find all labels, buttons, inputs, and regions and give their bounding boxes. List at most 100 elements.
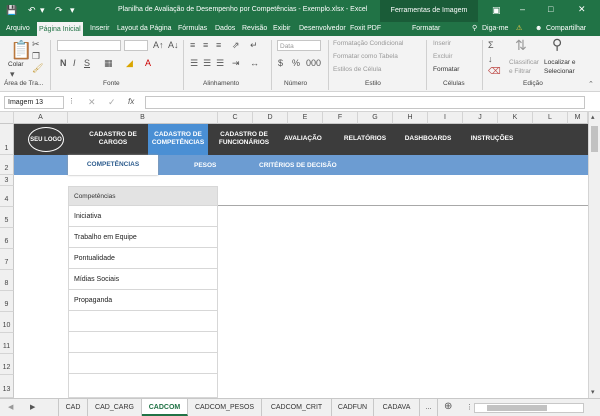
table-row[interactable]: [68, 311, 218, 332]
table-row[interactable]: [68, 374, 218, 398]
row-header[interactable]: 1: [0, 124, 14, 155]
merge-icon[interactable]: ↔: [250, 58, 259, 68]
format-table-button[interactable]: Formatar como Tabela: [333, 53, 398, 60]
row-header[interactable]: 11: [0, 333, 14, 354]
row-header[interactable]: 12: [0, 354, 14, 375]
column-header[interactable]: G: [358, 112, 393, 124]
nav-avaliacao[interactable]: AVALIAÇÃO: [280, 135, 326, 143]
nav-cadastro-competencias[interactable]: CADASTRO DE COMPETÊNCIAS: [148, 124, 208, 155]
table-row[interactable]: [68, 353, 218, 374]
column-header[interactable]: A: [14, 112, 68, 124]
sheet-tab-cadcom-crit[interactable]: CADCOM_CRIT: [262, 399, 332, 416]
decrease-font-icon[interactable]: A↓: [168, 40, 179, 50]
column-header[interactable]: H: [393, 112, 428, 124]
scroll-up-icon[interactable]: ▴: [591, 113, 595, 123]
wrap-text-icon[interactable]: ↵: [250, 40, 258, 50]
row-header[interactable]: 4: [0, 186, 14, 207]
subtab-criterios[interactable]: CRITÉRIOS DE DECISÃO: [259, 162, 337, 169]
column-header[interactable]: M: [568, 112, 588, 124]
column-header[interactable]: L: [533, 112, 568, 124]
tab-revisao[interactable]: Revisão: [240, 22, 269, 36]
delete-cells-button[interactable]: Excluir: [433, 53, 453, 60]
format-painter-icon[interactable]: 🖌: [32, 63, 43, 73]
sheet-tab-cadava[interactable]: CADAVA: [374, 399, 420, 416]
cancel-icon[interactable]: ✕: [88, 97, 96, 107]
sheet-tab-cadcom[interactable]: CADCOM: [142, 399, 188, 416]
subtab-competencias[interactable]: COMPETÊNCIAS: [68, 155, 158, 175]
tell-me-box[interactable]: Diga-me: [480, 22, 510, 36]
italic-icon[interactable]: I: [73, 58, 76, 68]
table-row[interactable]: Trabalho em Equipe: [68, 227, 218, 248]
sheet-tab-cad-carg[interactable]: CAD_CARG: [88, 399, 142, 416]
tab-arquivo[interactable]: Arquivo: [4, 22, 32, 36]
tab-foxit[interactable]: Foxit PDF: [348, 22, 383, 36]
sort-filter-button[interactable]: Classificar e Filtrar: [509, 58, 541, 76]
nav-relatorios[interactable]: RELATÓRIOS: [339, 135, 391, 143]
collapse-ribbon-icon[interactable]: ⌃: [588, 80, 594, 90]
sheet-tab-more[interactable]: ...: [420, 399, 438, 416]
align-top-icon[interactable]: ≡: [190, 40, 195, 50]
minimize-icon[interactable]: –: [520, 4, 525, 14]
column-header[interactable]: I: [428, 112, 463, 124]
align-right-icon[interactable]: ☰: [216, 58, 224, 68]
row-header[interactable]: 13: [0, 375, 14, 398]
cell-styles-button[interactable]: Estilos de Célula: [333, 66, 381, 73]
font-color-icon[interactable]: A: [145, 58, 151, 68]
tab-scroll-left-icon[interactable]: ◀: [8, 403, 13, 413]
sort-filter-icon[interactable]: ⇅: [515, 38, 527, 52]
sheet-tab-cadfun[interactable]: CADFUN: [332, 399, 374, 416]
name-box[interactable]: Imagem 13: [4, 96, 64, 109]
align-bottom-icon[interactable]: ≡: [216, 40, 221, 50]
tab-dados[interactable]: Dados: [213, 22, 237, 36]
share-button[interactable]: Compartilhar: [544, 22, 588, 36]
customize-qat-icon[interactable]: ▾: [70, 5, 75, 16]
cut-icon[interactable]: ✂: [32, 39, 40, 49]
row-header[interactable]: 10: [0, 312, 14, 333]
column-header[interactable]: C: [218, 112, 253, 124]
column-header[interactable]: J: [463, 112, 498, 124]
scroll-down-icon[interactable]: ▾: [591, 388, 595, 398]
new-sheet-icon[interactable]: ⊕: [444, 402, 452, 412]
bold-icon[interactable]: N: [60, 58, 67, 68]
insert-function-icon[interactable]: fx: [128, 97, 134, 107]
column-header[interactable]: E: [288, 112, 323, 124]
comma-icon[interactable]: 000: [306, 58, 321, 68]
font-size-box[interactable]: [124, 40, 148, 51]
column-header[interactable]: B: [68, 112, 218, 124]
number-format-box[interactable]: Data: [277, 40, 321, 51]
align-middle-icon[interactable]: ≡: [203, 40, 208, 50]
row-header[interactable]: 5: [0, 207, 14, 228]
table-row[interactable]: Iniciativa: [68, 206, 218, 227]
split-handle-icon[interactable]: ⋮: [466, 403, 473, 413]
row-header[interactable]: 8: [0, 270, 14, 291]
scroll-thumb[interactable]: [591, 126, 598, 152]
table-row[interactable]: Propaganda: [68, 290, 218, 311]
row-header[interactable]: 9: [0, 291, 14, 312]
table-row[interactable]: Mídias Sociais: [68, 269, 218, 290]
table-row[interactable]: Pontualidade: [68, 248, 218, 269]
clear-icon[interactable]: ⌫: [488, 66, 501, 76]
paste-button[interactable]: Colar: [8, 61, 24, 68]
undo-icon[interactable]: ↶: [28, 5, 36, 16]
paste-dropdown-icon[interactable]: ▾: [10, 69, 15, 79]
tab-formulas[interactable]: Fórmulas: [176, 22, 209, 36]
conditional-format-button[interactable]: Formatação Condicional: [333, 40, 403, 47]
insert-cells-button[interactable]: Inserir: [433, 40, 451, 47]
row-header[interactable]: 3: [0, 175, 14, 186]
tab-inserir[interactable]: Inserir: [88, 22, 111, 36]
align-left-icon[interactable]: ☰: [190, 58, 198, 68]
find-select-button[interactable]: Localizar e Selecionar: [544, 58, 588, 76]
vertical-scrollbar[interactable]: ▴ ▾: [588, 112, 600, 398]
increase-font-icon[interactable]: A↑: [153, 40, 164, 50]
font-name-box[interactable]: [57, 40, 121, 51]
paste-icon[interactable]: 📋: [10, 40, 32, 60]
tab-exibir[interactable]: Exibir: [271, 22, 293, 36]
tab-formatar[interactable]: Formatar: [410, 22, 442, 36]
h-scroll-thumb[interactable]: [487, 405, 547, 411]
tab-desenvolvedor[interactable]: Desenvolvedor: [297, 22, 348, 36]
currency-icon[interactable]: $: [278, 58, 283, 68]
formula-input[interactable]: [145, 96, 585, 109]
fill-icon[interactable]: ↓: [488, 54, 493, 64]
align-center-icon[interactable]: ☰: [203, 58, 211, 68]
copy-icon[interactable]: ❐: [32, 51, 40, 61]
